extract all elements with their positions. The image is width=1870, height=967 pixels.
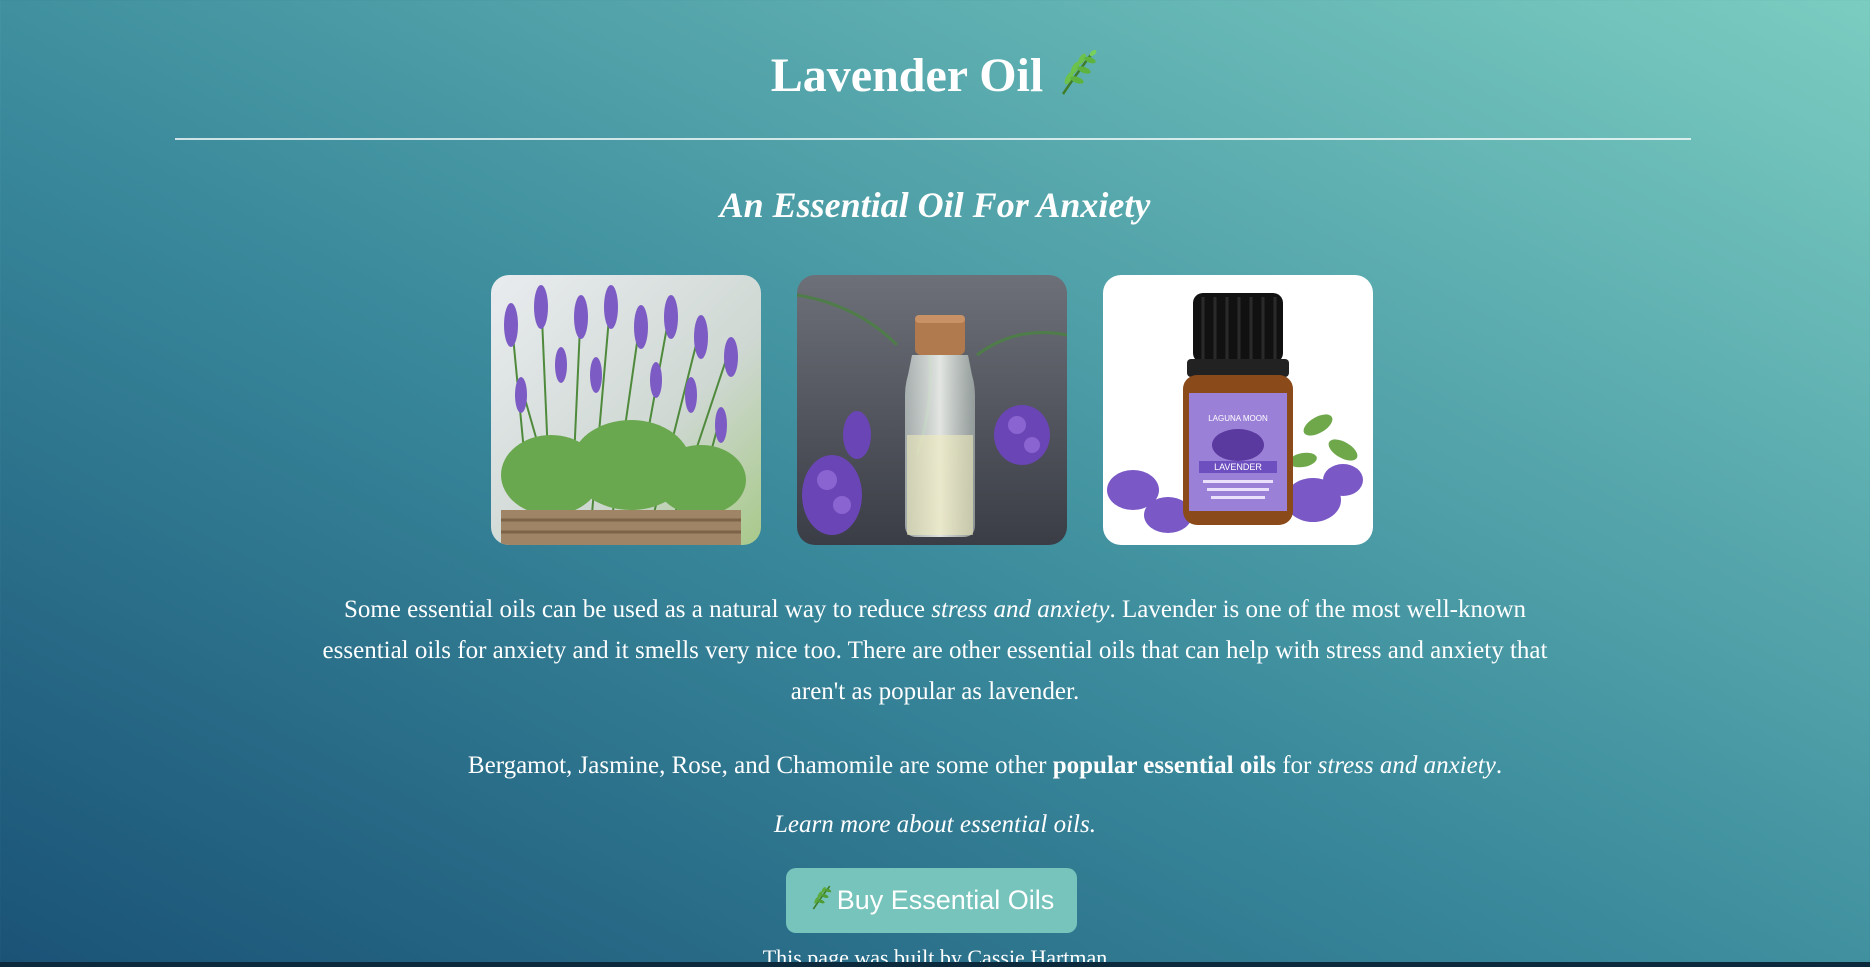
lavender-plant-photo (491, 275, 761, 545)
oil-bottle-with-lavender-photo (797, 275, 1067, 545)
page-subtitle: An Essential Oil For Anxiety (719, 185, 1151, 225)
intro-text-a: Some essential oils can be used as a nat… (343, 596, 932, 623)
learn-more-line: Learn more about essential oils. (0, 804, 1870, 845)
page-title-text: Lavender Oil (770, 49, 1044, 102)
page-title: Lavender Oil (0, 46, 1870, 111)
buy-essential-oils-button[interactable]: Buy Essential Oils (786, 868, 1077, 933)
herb-icon (1055, 48, 1099, 111)
other-oils-emphasis: stress and anxiety (1317, 752, 1496, 779)
other-oils-text-c: . (1495, 752, 1503, 779)
title-divider (175, 138, 1691, 140)
lavender-oil-product-photo: LAGUNA MOON LAVENDER (1103, 275, 1373, 545)
learn-more-link[interactable]: Learn more about essential oils. (774, 811, 1096, 838)
intro-paragraph: Some essential oils can be used as a nat… (320, 589, 1550, 712)
herb-icon (809, 883, 833, 918)
other-oils-text-b: for (1275, 752, 1318, 779)
other-oils-paragraph: Bergamot, Jasmine, Rose, and Chamomile a… (420, 745, 1550, 786)
page-bottom-edge (0, 962, 1870, 967)
product-brand-text: LAGUNA MOON (1208, 414, 1268, 423)
product-name-text: LAVENDER (1214, 462, 1262, 472)
page: Lavender Oil An Essential Oil For Anxiet… (0, 0, 1870, 967)
intro-emphasis: stress and anxiety (931, 596, 1110, 623)
buy-button-label: Buy Essential Oils (836, 885, 1055, 915)
other-oils-strong: popular essential oils (1052, 752, 1276, 779)
other-oils-text-a: Bergamot, Jasmine, Rose, and Chamomile a… (467, 752, 1053, 779)
